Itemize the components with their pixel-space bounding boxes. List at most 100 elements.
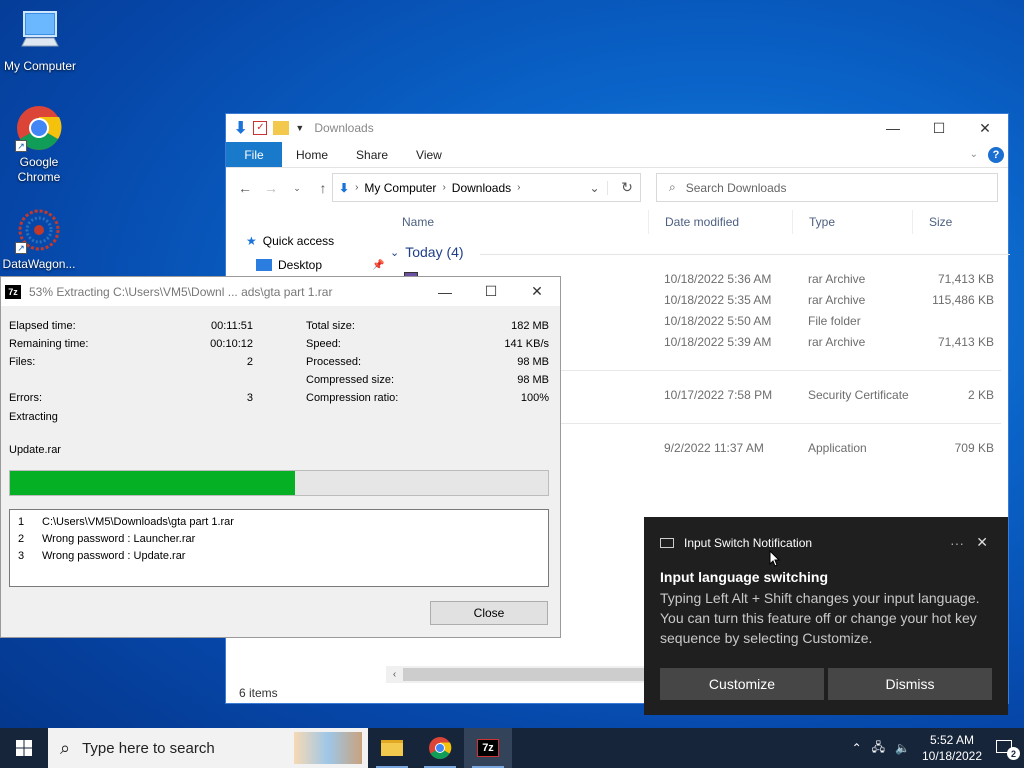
- taskbar-search-input[interactable]: ⌕ Type here to search: [48, 728, 368, 768]
- scrollbar-thumb[interactable]: [403, 668, 648, 681]
- taskbar-file-explorer[interactable]: [368, 728, 416, 768]
- group-header-today[interactable]: ⌄ Today (4): [390, 244, 1007, 260]
- more-options-icon[interactable]: ···: [950, 535, 964, 551]
- help-icon[interactable]: ?: [988, 146, 1004, 163]
- stat-value: 3: [246, 392, 253, 404]
- back-arrow-icon[interactable]: ←: [236, 180, 254, 196]
- taskbar-7zip[interactable]: 7z: [464, 728, 512, 768]
- tab-share[interactable]: Share: [342, 142, 402, 167]
- system-tray: ⌃ 🖧 🔈 5:52 AM 10/18/2022 2: [852, 732, 1024, 764]
- log-entry: 2 Wrong password : Launcher.rar: [18, 530, 548, 547]
- window-controls: — ☐ ✕: [870, 114, 1008, 142]
- volume-icon[interactable]: 🔈: [895, 741, 910, 755]
- forward-arrow-icon[interactable]: →: [262, 180, 280, 196]
- group-divider: [561, 423, 1001, 424]
- properties-icon[interactable]: ✓: [253, 121, 268, 135]
- stat-value: 98 MB: [517, 356, 549, 368]
- desktop-icon-google-chrome[interactable]: ↗ Google Chrome: [0, 104, 79, 185]
- dialog-title: 53% Extracting C:\Users\VM5\Downl ... ad…: [29, 284, 333, 299]
- log-number: 2: [18, 532, 25, 545]
- horizontal-scrollbar[interactable]: ‹: [386, 666, 648, 683]
- dismiss-button[interactable]: Dismiss: [828, 668, 992, 700]
- chevron-right-icon: ›: [442, 182, 446, 193]
- tab-file[interactable]: File: [226, 142, 282, 167]
- column-size[interactable]: Size: [913, 210, 993, 234]
- stat-label: Files:: [9, 356, 36, 368]
- clock[interactable]: 5:52 AM 10/18/2022: [920, 732, 984, 764]
- close-dialog-button[interactable]: Close: [430, 601, 548, 625]
- stat-label: Errors:: [9, 392, 42, 404]
- minimize-button[interactable]: —: [870, 114, 916, 142]
- address-bar[interactable]: ⬇ › My Computer › Downloads › ⌄ ↻: [332, 173, 641, 202]
- maximize-button[interactable]: ☐: [916, 114, 962, 142]
- chevron-down-icon[interactable]: ⌄: [582, 180, 608, 195]
- search-highlight-illustration: [294, 732, 362, 764]
- customize-toolbar-icon[interactable]: ▼: [295, 123, 304, 133]
- log-text: C:\Users\VM5\Downloads\gta part 1.rar: [42, 515, 234, 528]
- network-icon[interactable]: 🖧: [872, 738, 885, 759]
- log-text: Wrong password : Update.rar: [42, 549, 186, 562]
- file-date: 9/2/2022 11:37 AM: [664, 441, 764, 455]
- stat-label: Total size:: [306, 320, 355, 332]
- minimize-button[interactable]: —: [422, 277, 468, 306]
- close-button[interactable]: ✕: [962, 114, 1008, 142]
- nav-quick-access[interactable]: ★ Quick access: [246, 229, 384, 253]
- message-log[interactable]: 1 C:\Users\VM5\Downloads\gta part 1.rar 2…: [9, 509, 549, 587]
- notification-toast: Input Switch Notification ··· ✕ Input la…: [644, 517, 1008, 715]
- column-date-modified[interactable]: Date modified: [649, 210, 793, 234]
- breadcrumb-downloads[interactable]: Downloads: [452, 181, 511, 195]
- taskbar: ⌕ Type here to search 7z ⌃ 🖧 🔈 5:52 AM 1…: [0, 728, 1024, 768]
- log-number: 1: [18, 515, 25, 528]
- scroll-left-icon[interactable]: ‹: [386, 669, 403, 680]
- column-type[interactable]: Type: [793, 210, 913, 234]
- file-date: 10/18/2022 5:35 AM: [664, 293, 772, 307]
- tab-home[interactable]: Home: [282, 142, 342, 167]
- windows-logo-icon: [16, 740, 32, 756]
- file-size: 71,413 KB: [937, 335, 994, 349]
- search-input[interactable]: ⌕ Search Downloads: [656, 173, 998, 202]
- stat-value: 98 MB: [517, 374, 549, 386]
- downloads-folder-icon: ⬇: [339, 180, 350, 195]
- stat-value: 100%: [520, 392, 549, 404]
- refresh-icon[interactable]: ↻: [614, 179, 640, 196]
- chevron-right-icon: ›: [355, 182, 359, 193]
- stat-value: 182 MB: [511, 320, 549, 332]
- new-folder-icon[interactable]: [273, 121, 290, 135]
- customize-button[interactable]: Customize: [660, 668, 824, 700]
- window-title: Downloads: [314, 121, 374, 135]
- recent-locations-icon[interactable]: ⌄: [288, 183, 306, 194]
- expand-ribbon-icon[interactable]: ⌄: [970, 149, 978, 160]
- search-placeholder: Type here to search: [82, 739, 215, 757]
- group-divider: [561, 370, 1001, 371]
- breadcrumb-my-computer[interactable]: My Computer: [364, 181, 436, 195]
- tab-view[interactable]: View: [402, 142, 456, 167]
- search-icon: ⌕: [669, 180, 676, 194]
- taskbar-chrome[interactable]: [416, 728, 464, 768]
- navigation-pane: ★ Quick access Desktop 📌: [246, 229, 384, 277]
- desktop-folder-icon: [256, 259, 272, 271]
- close-button[interactable]: ✕: [514, 277, 560, 306]
- download-arrow-icon: ⬇: [234, 120, 248, 137]
- log-number: 3: [18, 549, 25, 562]
- chevron-up-icon[interactable]: ⌃: [852, 741, 862, 755]
- up-arrow-icon[interactable]: ↑: [314, 180, 332, 196]
- close-icon[interactable]: ✕: [976, 534, 988, 551]
- desktop-icon-datawagon[interactable]: ↗ DataWagon...: [0, 206, 79, 272]
- desktop-icon-my-computer[interactable]: My Computer: [0, 8, 80, 74]
- maximize-button[interactable]: ☐: [468, 277, 514, 306]
- file-date: 10/17/2022 7:58 PM: [664, 388, 773, 402]
- stat-speed: Speed: 141 KB/s: [306, 335, 549, 353]
- stat-compression-ratio: Compression ratio: 100%: [306, 389, 549, 407]
- start-button[interactable]: [0, 728, 48, 768]
- dialog-titlebar: 7z 53% Extracting C:\Users\VM5\Downl ...…: [1, 277, 560, 306]
- column-name[interactable]: Name: [386, 210, 649, 234]
- current-file-label: Update.rar: [9, 444, 61, 456]
- 7zip-logo-icon: 7z: [5, 284, 21, 299]
- nav-desktop[interactable]: Desktop 📌: [246, 253, 384, 277]
- status-bar-item-count: 6 items: [239, 686, 278, 700]
- column-headers: Name Date modified Type Size: [386, 210, 1000, 234]
- stat-total-size: Total size: 182 MB: [306, 317, 549, 335]
- extract-progress-dialog: 7z 53% Extracting C:\Users\VM5\Downl ...…: [0, 276, 561, 638]
- notification-center-icon[interactable]: 2: [994, 738, 1020, 760]
- log-entry: 3 Wrong password : Update.rar: [18, 547, 548, 564]
